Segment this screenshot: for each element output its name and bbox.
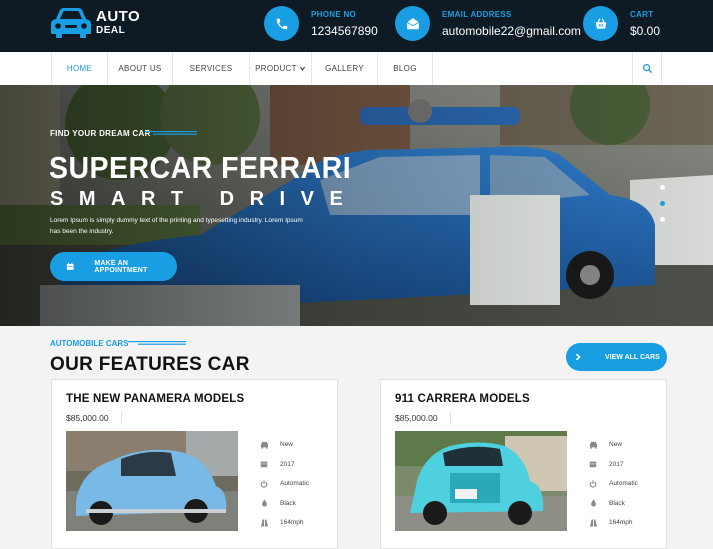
phone-value[interactable]: 1234567890	[311, 24, 378, 38]
nav-gallery[interactable]: GALLERY	[312, 52, 378, 85]
phone-label: PHONE NO	[311, 9, 357, 19]
email-label: EMAIL ADDRESS	[442, 9, 512, 19]
spec-condition: New	[280, 441, 294, 449]
nav-product[interactable]: PRODUCT	[250, 52, 312, 85]
brand-subname: DEAL	[96, 24, 126, 36]
spec-transmission: Automatic	[280, 480, 309, 488]
car-logo-icon	[51, 8, 91, 38]
slider-dots	[660, 185, 665, 233]
kicker-underline	[145, 131, 197, 135]
search-icon	[642, 63, 652, 74]
brand-name: AUTO	[96, 7, 141, 25]
spec-color: Black	[280, 499, 296, 507]
hero-kicker: FIND YOUR DREAM CAR	[50, 129, 151, 138]
view-all-cars-button[interactable]: VIEW ALL CARS	[566, 343, 667, 371]
car-icon	[258, 439, 270, 451]
road-icon	[587, 517, 599, 529]
spec-transmission: Automatic	[609, 480, 638, 488]
car-title[interactable]: THE NEW PANAMERA MODELS	[66, 393, 244, 405]
make-appointment-label: MAKE AN APPOINTMENT	[94, 259, 148, 274]
top-bar: AUTO DEAL PHONE NO 1234567890 EMAIL ADDR…	[0, 0, 713, 52]
brand-logo[interactable]: AUTO DEAL	[50, 6, 140, 38]
email-contact: EMAIL ADDRESS automobile22@gmail.com	[395, 6, 581, 41]
slider-dot-1[interactable]	[660, 185, 665, 190]
spec-condition: New	[609, 441, 623, 449]
calendar-icon	[258, 458, 270, 470]
car-image[interactable]	[66, 431, 238, 531]
hero-description: Lorem Ipsum is simply dummy text of the …	[50, 217, 303, 235]
nav-about-us[interactable]: ABOUT US	[108, 52, 173, 85]
car-icon	[587, 439, 599, 451]
cart-value: $0.00	[630, 23, 661, 38]
spec-speed: 164mph	[280, 519, 304, 527]
nav-blog[interactable]: BLOG	[378, 52, 432, 85]
road-icon	[258, 517, 270, 529]
car-specs: New 2017 Automatic Black 164mph	[587, 435, 638, 533]
chevron-right-icon	[568, 343, 588, 371]
features-title: OUR FEATURES CAR	[50, 354, 250, 375]
hero-subtitle: SMART DRIVE	[50, 188, 359, 210]
cart-label: CART	[630, 9, 654, 19]
car-photo	[395, 431, 567, 531]
slider-dot-3[interactable]	[660, 217, 665, 222]
calendar-icon	[587, 458, 599, 470]
spec-speed: 164mph	[609, 519, 633, 527]
car-price: $85,000.00	[395, 413, 438, 423]
spec-color: Black	[609, 499, 625, 507]
envelope-icon	[395, 6, 430, 41]
nav-services[interactable]: SERVICES	[173, 52, 250, 85]
power-icon	[258, 478, 270, 490]
email-value[interactable]: automobile22@gmail.com	[442, 24, 581, 38]
car-image[interactable]	[395, 431, 567, 531]
nav-home[interactable]: HOME	[52, 52, 108, 85]
features-kicker-underline	[128, 341, 186, 345]
car-card-1[interactable]: THE NEW PANAMERA MODELS $85,000.00 New 2…	[51, 379, 338, 549]
spec-year: 2017	[609, 460, 624, 468]
price-divider	[121, 412, 122, 423]
car-photo	[66, 431, 238, 531]
hero-title: SUPERCAR FERRARI	[49, 150, 352, 185]
chevron-down-icon	[299, 66, 305, 71]
search-button[interactable]	[632, 52, 662, 85]
price-divider	[450, 412, 451, 423]
features-kicker: AUTOMOBILE CARS	[50, 339, 129, 348]
make-appointment-button[interactable]: MAKE AN APPOINTMENT	[50, 252, 177, 281]
car-title[interactable]: 911 CARRERA MODELS	[395, 393, 530, 405]
power-icon	[587, 478, 599, 490]
drop-icon	[258, 497, 270, 509]
car-price: $85,000.00	[66, 413, 109, 423]
phone-contact: PHONE NO 1234567890	[264, 6, 378, 41]
view-all-cars-label: VIEW ALL CARS	[605, 353, 660, 361]
drop-icon	[587, 497, 599, 509]
cart-contact[interactable]: CART $0.00	[583, 6, 660, 41]
main-nav: HOME ABOUT US SERVICES PRODUCT GALLERY B…	[0, 52, 713, 85]
phone-icon	[264, 6, 299, 41]
slider-dot-2[interactable]	[660, 201, 665, 206]
nav-spacer	[432, 52, 515, 85]
basket-icon[interactable]	[583, 6, 618, 41]
calendar-icon	[66, 262, 74, 270]
spec-year: 2017	[280, 460, 295, 468]
car-card-2[interactable]: 911 CARRERA MODELS $85,000.00 New 2017 A…	[380, 379, 667, 549]
nav-product-label: PRODUCT	[255, 64, 297, 73]
hero-slider: FIND YOUR DREAM CAR SUPERCAR FERRARI SMA…	[0, 85, 713, 326]
car-specs: New 2017 Automatic Black 164mph	[258, 435, 309, 533]
